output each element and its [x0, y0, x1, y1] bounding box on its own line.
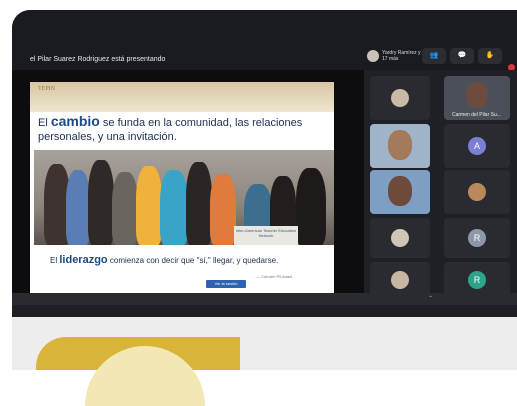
slide-brand: TEPIN [38, 86, 55, 92]
slide-button[interactable]: Ver la sesión [206, 280, 246, 288]
raised-hand-indicator[interactable]: Yardry Ramírez y 17 más [367, 50, 422, 62]
raised-hand-avatar [367, 50, 379, 62]
participant-initial: A [468, 137, 486, 155]
photo-person [136, 166, 162, 245]
presenter-status: el Pilar Suarez Rodriguez está presentan… [30, 56, 166, 63]
participant-tile[interactable] [370, 218, 430, 258]
quote-prefix: El [50, 256, 58, 265]
photo-person [160, 170, 188, 245]
participant-video [466, 82, 488, 108]
raise-hand-button[interactable]: ✋ [478, 48, 502, 64]
shared-slide: TEPIN El cambio se funda en la comunidad… [30, 82, 334, 305]
meeting-bottom-bar: ⌃ [12, 293, 517, 305]
participant-tile-speaker[interactable]: Carmen del Pilar Su... [444, 76, 510, 120]
photo-person [186, 162, 212, 245]
photo-person [66, 170, 90, 245]
raised-hand-text: Yardry Ramírez y 17 más [382, 50, 421, 62]
slide-heading: El cambio se funda en la comunidad, las … [38, 114, 334, 144]
participant-tile[interactable] [370, 170, 430, 214]
participant-video [388, 176, 412, 206]
photo-person [88, 160, 114, 245]
photo-person [210, 174, 236, 245]
quote-bold: liderazgo [59, 254, 108, 266]
slide-quote: El liderazgo comienza con decir que "sí,… [50, 254, 326, 266]
participant-tile[interactable]: A [444, 124, 510, 168]
expand-controls-icon[interactable]: ⌃ [428, 295, 433, 302]
group-photo: Inter-American Teacher Education Network [34, 150, 334, 245]
participants-panel: Carmen del Pilar Su... A R R [364, 70, 517, 305]
slide-header-band: TEPIN [30, 82, 334, 112]
participant-avatar [391, 229, 409, 247]
participant-avatar [391, 89, 409, 107]
slide-heading-bold: cambio [50, 113, 100, 129]
monitor-screen: el Pilar Suarez Rodriguez está presentan… [12, 10, 517, 305]
monitor-bezel [12, 305, 517, 317]
participant-tile[interactable]: R [444, 218, 510, 258]
participant-video [388, 130, 412, 160]
photo-person [296, 168, 326, 245]
participant-avatar [468, 183, 486, 201]
participant-tile[interactable] [370, 76, 430, 120]
photo-person [112, 172, 138, 245]
chat-button[interactable]: 💬 [450, 48, 474, 64]
quote-rest: comienza con decir que "sí," llegar, y q… [109, 256, 279, 265]
participant-avatar [391, 271, 409, 289]
participant-initial: R [468, 229, 486, 247]
meeting-top-bar: el Pilar Suarez Rodriguez está presentan… [12, 10, 517, 71]
participants-button[interactable]: 👥 [422, 48, 446, 64]
photo-banner: Inter-American Teacher Education Network [234, 226, 298, 245]
slide-heading-prefix: El [38, 117, 48, 129]
quote-source: — Carmen Pil.Adani [256, 274, 293, 279]
participant-tile[interactable] [370, 124, 430, 168]
participant-name: Carmen del Pilar Su... [452, 112, 501, 118]
participant-initial: R [468, 271, 486, 289]
participant-tile[interactable] [444, 170, 510, 214]
